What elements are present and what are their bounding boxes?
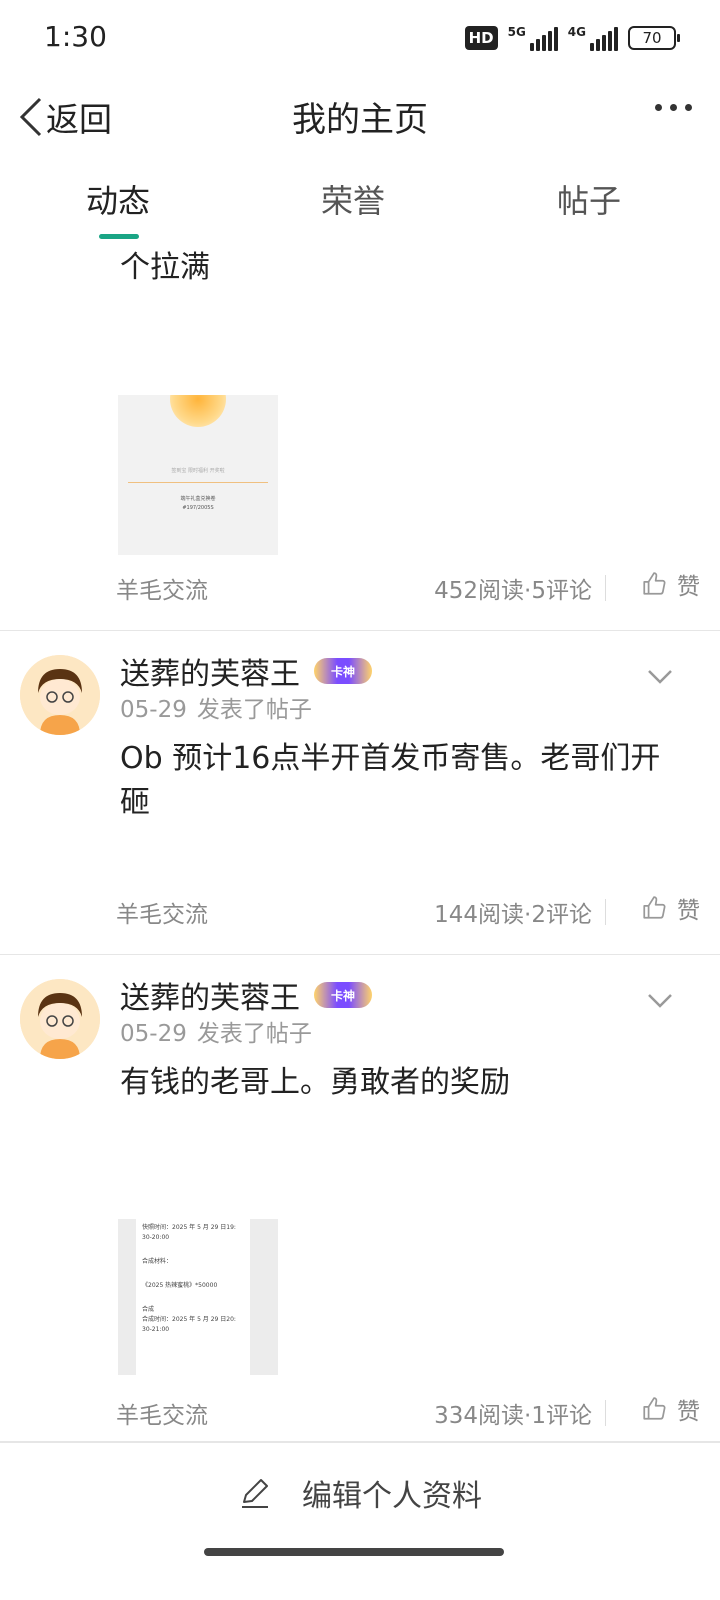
- like-label: 赞: [677, 898, 700, 924]
- post-meta: 05-29 发表了帖子: [120, 1017, 684, 1051]
- signal-4g-icon: 4G: [568, 25, 618, 51]
- coin-graphic: [170, 395, 226, 427]
- home-indicator[interactable]: [204, 1548, 504, 1556]
- tab-bar: 动态 荣誉 帖子: [0, 158, 720, 244]
- like-button[interactable]: 赞: [641, 1392, 700, 1426]
- status-bar: 1:30 HD 5G 4G 70: [0, 0, 720, 78]
- post-text: Ob 预计16点半开首发币寄售。老哥们开砸: [120, 741, 661, 820]
- post-text: 个拉满: [120, 250, 210, 285]
- post-stats: 452阅读·5评论: [434, 578, 592, 604]
- chevron-down-icon[interactable]: [646, 991, 674, 1011]
- thumbs-up-icon: [643, 572, 666, 595]
- like-button[interactable]: 赞: [641, 567, 700, 601]
- feed: 个拉满 签到宝 限时福利 开奖啦 端午礼盒兑换卷 #197/2005S 羊毛交流…: [0, 244, 720, 1442]
- active-tab-indicator: [99, 234, 139, 239]
- page-title: 我的主页: [292, 100, 428, 140]
- signal-5g-icon: 5G: [508, 25, 558, 51]
- like-label: 赞: [677, 574, 700, 600]
- post-footer: 羊毛交流 452阅读·5评论 赞: [0, 555, 720, 621]
- post-date: 05-29: [120, 1021, 187, 1047]
- like-label: 赞: [677, 1399, 700, 1425]
- forum-tag[interactable]: 羊毛交流: [116, 895, 208, 929]
- thumb-text: 《2025 热辣蜜桃》*50000: [142, 1282, 218, 1289]
- username[interactable]: 送葬的芙蓉王: [120, 649, 300, 693]
- post-stats: 334阅读·1评论: [434, 1403, 592, 1429]
- rank-badge: 卡神: [314, 982, 372, 1008]
- thumbs-up-icon: [643, 896, 666, 919]
- feed-post[interactable]: 送葬的芙蓉王 卡神 05-29 发表了帖子 有钱的老哥上。勇敢者的奖励 快照时间：…: [0, 955, 720, 1442]
- more-dots-icon[interactable]: [655, 104, 692, 111]
- chevron-down-icon[interactable]: [646, 667, 674, 687]
- post-stats: 144阅读·2评论: [434, 902, 592, 928]
- forum-tag[interactable]: 羊毛交流: [116, 571, 208, 605]
- net-label-4g: 4G: [567, 25, 586, 39]
- thumb-text: 端午礼盒兑换卷: [180, 496, 216, 502]
- rank-badge: 卡神: [314, 658, 372, 684]
- thumb-text: #197/2005S: [182, 505, 214, 511]
- avatar[interactable]: [20, 979, 100, 1059]
- thumb-text: 快照时间：2025 年 5 月 29 日19:: [142, 1224, 236, 1231]
- battery-level: 70: [642, 29, 662, 47]
- net-label-5g: 5G: [507, 25, 526, 39]
- post-image[interactable]: 签到宝 限时福利 开奖啦 端午礼盒兑换卷 #197/2005S: [118, 395, 278, 555]
- pencil-icon: [242, 1478, 268, 1508]
- post-meta: 05-29 发表了帖子: [120, 693, 684, 727]
- feed-post[interactable]: 个拉满 签到宝 限时福利 开奖啦 端午礼盒兑换卷 #197/2005S 羊毛交流…: [0, 244, 720, 631]
- tab-posts[interactable]: 帖子: [529, 176, 649, 222]
- post-action: 发表了帖子: [196, 1021, 312, 1047]
- thumb-text: 30-21:00: [142, 1326, 170, 1333]
- post-footer: 羊毛交流 334阅读·1评论 赞: [0, 1380, 720, 1446]
- post-image[interactable]: 快照时间：2025 年 5 月 29 日19: 30-20:00 合成材料： 《…: [118, 1219, 278, 1375]
- username[interactable]: 送葬的芙蓉王: [120, 973, 300, 1017]
- forum-tag[interactable]: 羊毛交流: [116, 1396, 208, 1430]
- post-footer: 羊毛交流 144阅读·2评论 赞: [0, 879, 720, 945]
- status-time: 1:30: [44, 20, 107, 53]
- thumb-text: 合成: [142, 1306, 155, 1313]
- thumb-text: 30-20:00: [142, 1234, 170, 1241]
- feed-post[interactable]: 送葬的芙蓉王 卡神 05-29 发表了帖子 Ob 预计16点半开首发币寄售。老哥们…: [0, 631, 720, 955]
- hd-icon: HD: [464, 26, 498, 50]
- post-action: 发表了帖子: [196, 697, 312, 723]
- like-button[interactable]: 赞: [641, 891, 700, 925]
- avatar[interactable]: [20, 655, 100, 735]
- status-icons: HD 5G 4G 70: [464, 24, 680, 52]
- tab-honor[interactable]: 荣誉: [293, 176, 413, 222]
- app-header: 返回 我的主页: [0, 78, 720, 158]
- thumb-text: 签到宝 限时福利 开奖啦: [171, 468, 225, 474]
- tab-dynamic[interactable]: 动态: [58, 176, 178, 222]
- thumb-text: 合成时间：2025 年 5 月 29 日20:: [142, 1316, 236, 1323]
- thumbs-up-icon: [643, 1397, 666, 1420]
- edit-profile-button[interactable]: 编辑个人资料: [0, 1442, 720, 1542]
- post-date: 05-29: [120, 697, 187, 723]
- post-text: 有钱的老哥上。勇敢者的奖励: [120, 1065, 510, 1100]
- battery-icon: 70: [628, 26, 680, 50]
- thumb-text: 合成材料：: [142, 1258, 173, 1265]
- edit-profile-label: 编辑个人资料: [302, 1478, 482, 1514]
